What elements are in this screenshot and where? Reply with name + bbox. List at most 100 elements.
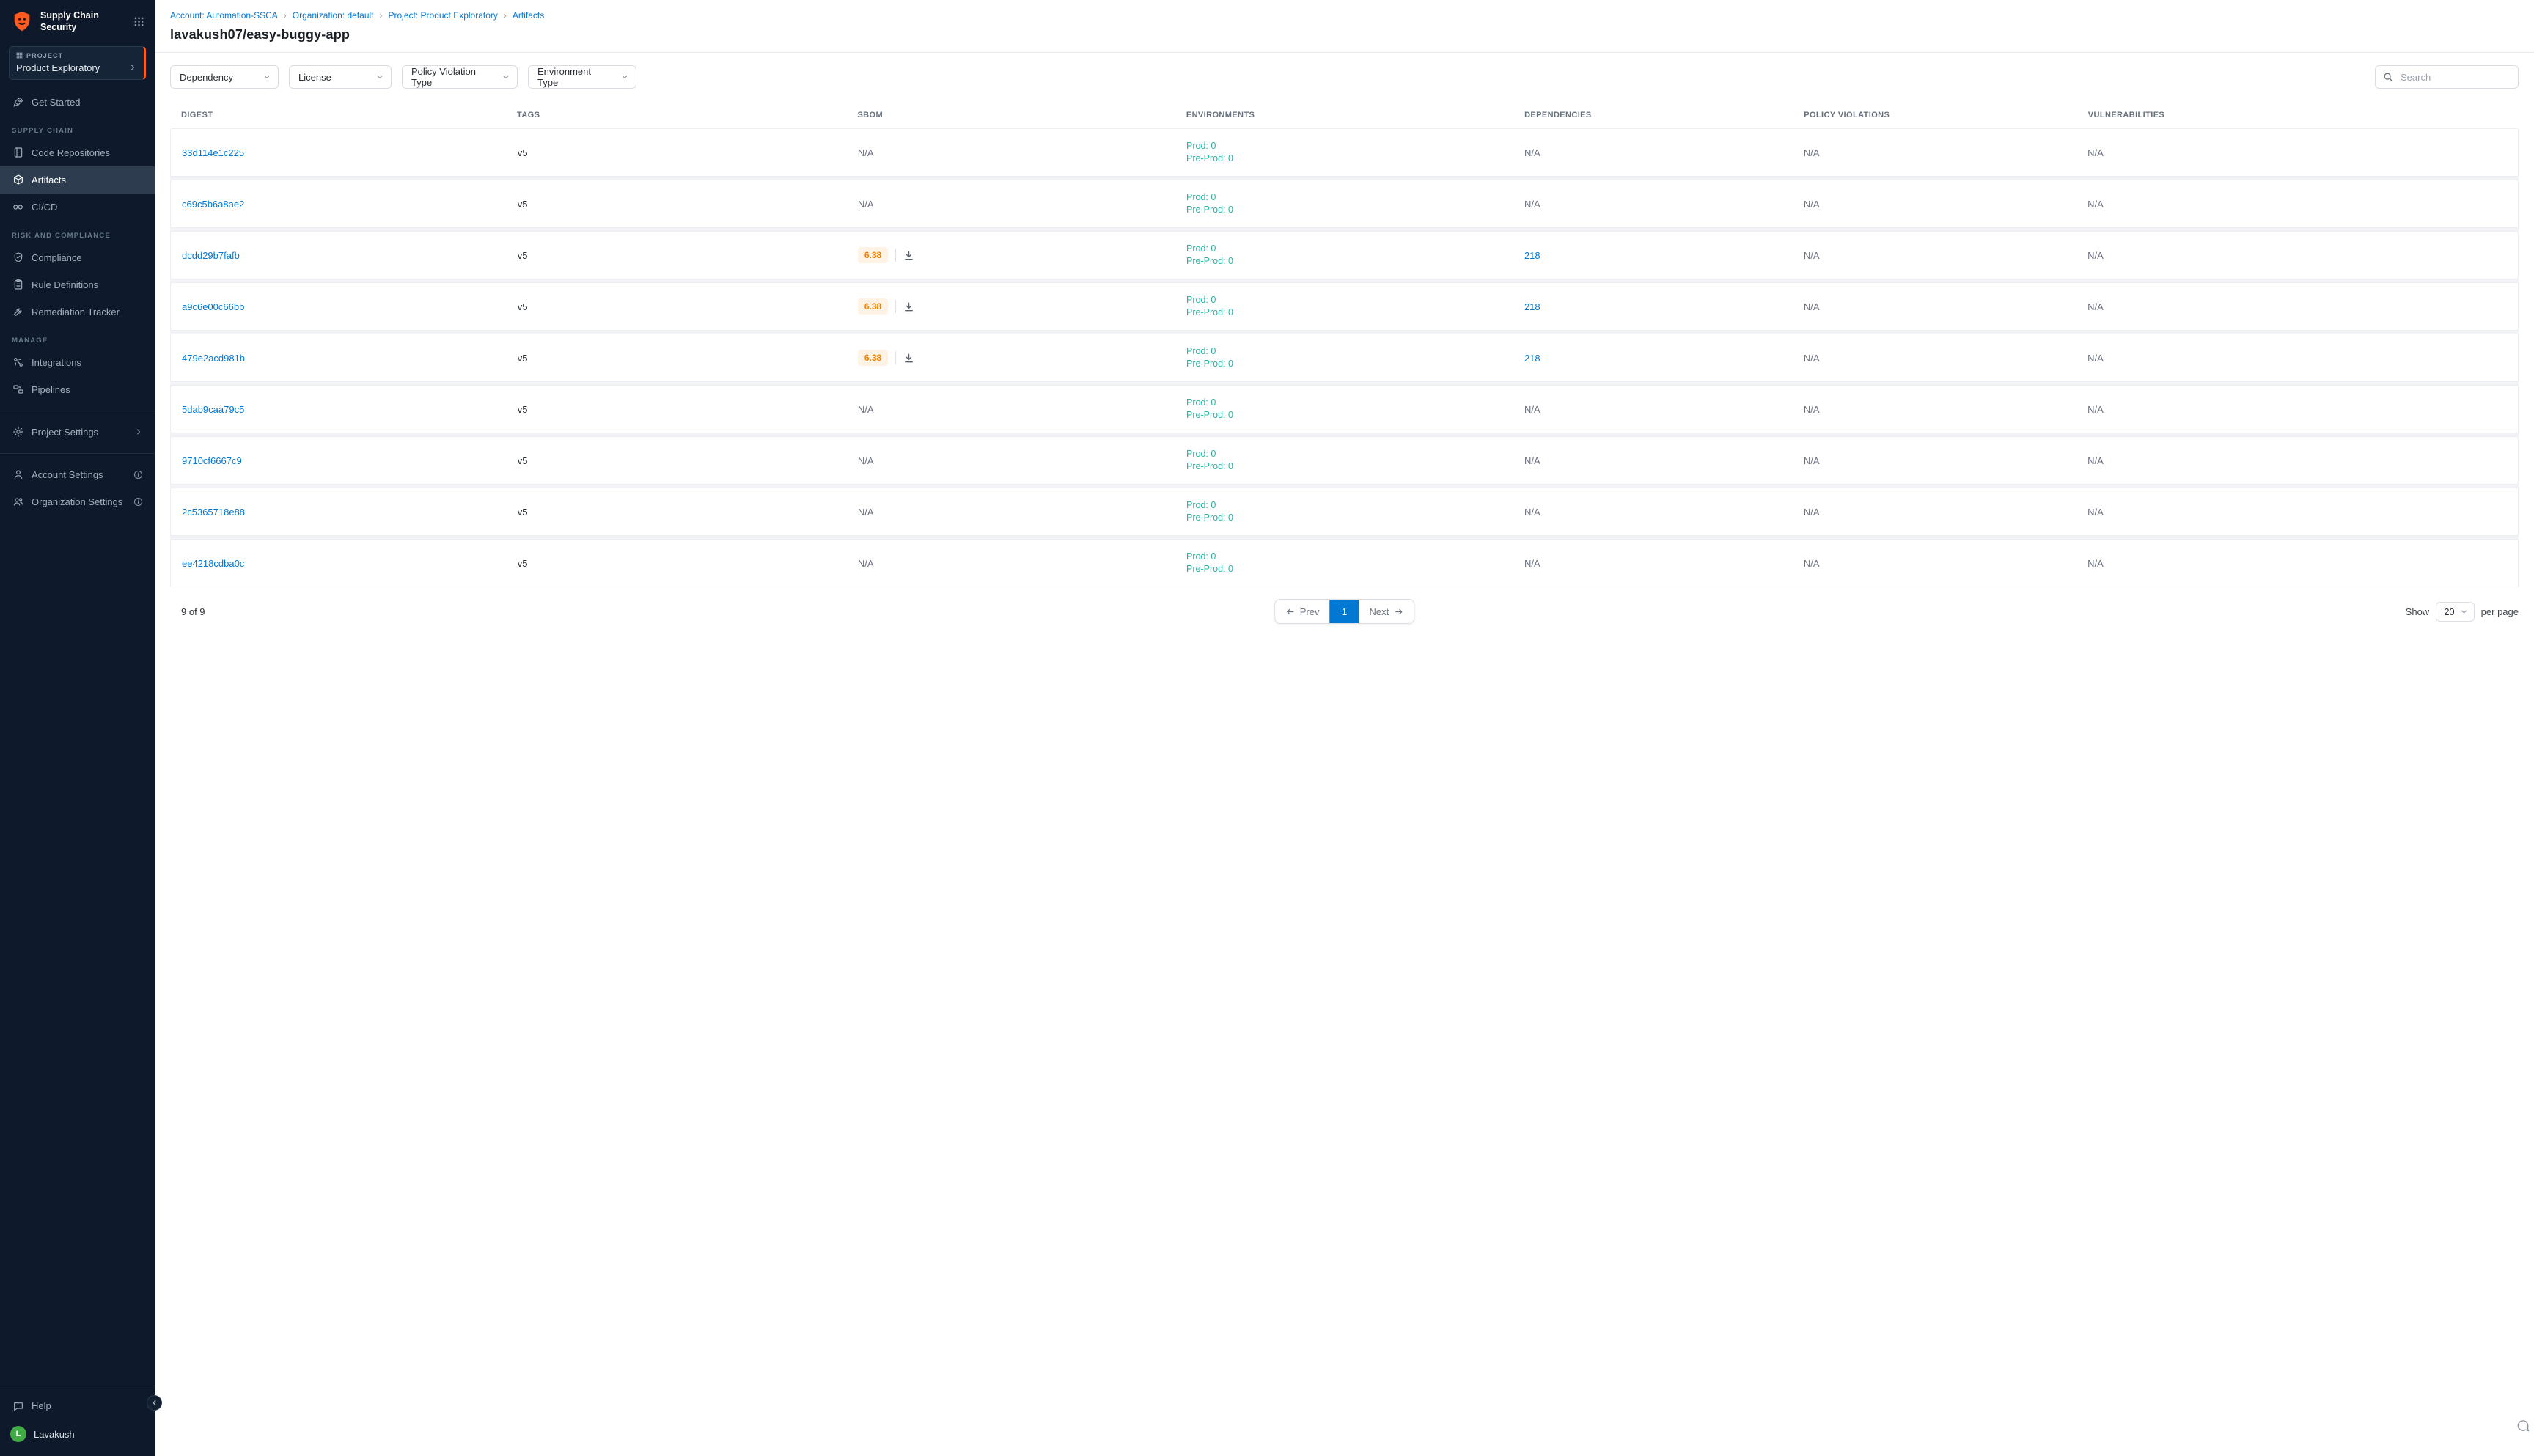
digest-link[interactable]: 33d114e1c225 xyxy=(182,147,244,158)
sidebar-collapse-handle[interactable] xyxy=(147,1395,162,1411)
table-row[interactable]: c69c5b6a8ae2 v5 N/A Prod: 0 Pre-Prod: 0 xyxy=(170,180,2519,228)
table-row[interactable]: 9710cf6667c9 v5 N/A Prod: 0 Pre-Prod: 0 xyxy=(170,436,2519,485)
prod-count-link[interactable]: Prod: 0 xyxy=(1186,448,1502,460)
next-page-button[interactable]: Next xyxy=(1359,600,1414,623)
table-row[interactable]: a9c6e00c66bb v5 6.38 Prod: 0 Pre-Prod: 0 xyxy=(170,282,2519,331)
environment-type-filter-dropdown[interactable]: Environment Type xyxy=(528,65,636,89)
preprod-count-link[interactable]: Pre-Prod: 0 xyxy=(1186,409,1502,422)
digest-cell: 9710cf6667c9 xyxy=(171,455,507,466)
sidebar-item-cicd[interactable]: CI/CD xyxy=(0,194,155,221)
sidebar-item-get-started[interactable]: Get Started xyxy=(0,89,155,116)
arrow-right-icon xyxy=(1394,607,1403,617)
prod-count-link[interactable]: Prod: 0 xyxy=(1186,345,1502,358)
sidebar-item-compliance[interactable]: Compliance xyxy=(0,244,155,271)
dependencies-count-link[interactable]: 218 xyxy=(1524,301,1540,312)
project-selector[interactable]: PROJECT Product Exploratory xyxy=(9,46,146,80)
table-row[interactable]: 2c5365718e88 v5 N/A Prod: 0 Pre-Prod: 0 xyxy=(170,488,2519,536)
policy-violations-cell: N/A xyxy=(1793,199,2076,210)
prev-page-button[interactable]: Prev xyxy=(1275,600,1330,623)
help-button[interactable]: Help xyxy=(0,1392,155,1419)
environments-cell: Prod: 0 Pre-Prod: 0 xyxy=(1175,243,1513,268)
sbom-download-icon[interactable] xyxy=(903,301,914,312)
preprod-count-link[interactable]: Pre-Prod: 0 xyxy=(1186,204,1502,216)
license-filter-dropdown[interactable]: License xyxy=(289,65,392,89)
prod-count-link[interactable]: Prod: 0 xyxy=(1186,294,1502,306)
digest-cell: 2c5365718e88 xyxy=(171,507,507,518)
chevron-down-icon xyxy=(502,73,510,81)
dependencies-cell: N/A xyxy=(1513,455,1793,466)
sidebar-item-rule-definitions[interactable]: Rule Definitions xyxy=(0,271,155,298)
sidebar-item-organization-settings[interactable]: Organization Settings xyxy=(0,488,155,515)
digest-link[interactable]: 9710cf6667c9 xyxy=(182,455,242,466)
breadcrumb-artifacts-link[interactable]: Artifacts xyxy=(513,10,544,21)
dependencies-count-link[interactable]: 218 xyxy=(1524,250,1540,261)
sbom-cell: 6.38 xyxy=(847,298,1175,315)
nodes-icon xyxy=(12,356,24,369)
preprod-count-link[interactable]: Pre-Prod: 0 xyxy=(1186,152,1502,165)
prod-count-link[interactable]: Prod: 0 xyxy=(1186,140,1502,152)
environments-cell: Prod: 0 Pre-Prod: 0 xyxy=(1175,551,1513,576)
table-row[interactable]: 33d114e1c225 v5 N/A Prod: 0 Pre-Prod: 0 xyxy=(170,128,2519,177)
page-number-1[interactable]: 1 xyxy=(1330,600,1359,623)
tags-cell: v5 xyxy=(507,199,847,210)
preprod-count-link[interactable]: Pre-Prod: 0 xyxy=(1186,460,1502,473)
sbom-download-icon[interactable] xyxy=(903,250,914,261)
sidebar-item-pipelines[interactable]: Pipelines xyxy=(0,376,155,403)
vulnerabilities-cell: N/A xyxy=(2076,353,2518,364)
sbom-cell: N/A xyxy=(847,455,1175,466)
prod-count-link[interactable]: Prod: 0 xyxy=(1186,499,1502,512)
preprod-count-link[interactable]: Pre-Prod: 0 xyxy=(1186,306,1502,319)
dependencies-count-link[interactable]: 218 xyxy=(1524,353,1540,364)
sidebar-item-project-settings[interactable]: Project Settings xyxy=(0,419,155,446)
user-menu[interactable]: L Lavakush xyxy=(0,1419,155,1449)
prod-count-link[interactable]: Prod: 0 xyxy=(1186,551,1502,563)
digest-link[interactable]: 5dab9caa79c5 xyxy=(182,404,244,415)
preprod-count-link[interactable]: Pre-Prod: 0 xyxy=(1186,563,1502,576)
chevron-down-icon xyxy=(2460,608,2468,616)
table-row[interactable]: dcdd29b7fafb v5 6.38 Prod: 0 Pre-Prod: 0 xyxy=(170,231,2519,279)
dependency-filter-dropdown[interactable]: Dependency xyxy=(170,65,279,89)
sidebar-item-account-settings[interactable]: Account Settings xyxy=(0,461,155,488)
policy-violation-type-filter-dropdown[interactable]: Policy Violation Type xyxy=(402,65,518,89)
dependencies-cell: N/A xyxy=(1513,404,1793,415)
prod-count-link[interactable]: Prod: 0 xyxy=(1186,397,1502,409)
digest-link[interactable]: c69c5b6a8ae2 xyxy=(182,199,244,210)
sidebar-item-integrations[interactable]: Integrations xyxy=(0,349,155,376)
info-icon xyxy=(133,470,143,479)
environments-cell: Prod: 0 Pre-Prod: 0 xyxy=(1175,499,1513,524)
prod-count-link[interactable]: Prod: 0 xyxy=(1186,191,1502,204)
sidebar-item-remediation-tracker[interactable]: Remediation Tracker xyxy=(0,298,155,326)
per-page-dropdown[interactable]: 20 xyxy=(2436,602,2474,622)
column-header-sbom: SBOM xyxy=(846,103,1175,128)
table-row[interactable]: 479e2acd981b v5 6.38 Prod: 0 Pre-Prod: 0 xyxy=(170,334,2519,382)
tags-cell: v5 xyxy=(507,301,847,312)
digest-link[interactable]: dcdd29b7fafb xyxy=(182,250,240,261)
digest-cell: dcdd29b7fafb xyxy=(171,250,507,261)
sidebar-item-artifacts[interactable]: Artifacts xyxy=(0,166,155,194)
chevron-down-icon xyxy=(620,73,629,81)
chevron-right-icon xyxy=(134,427,143,436)
search-input[interactable] xyxy=(2399,71,2511,84)
user-avatar: L xyxy=(10,1426,26,1442)
table-row[interactable]: 5dab9caa79c5 v5 N/A Prod: 0 Pre-Prod: 0 xyxy=(170,385,2519,433)
preprod-count-link[interactable]: Pre-Prod: 0 xyxy=(1186,358,1502,370)
breadcrumb-organization-link[interactable]: Organization: default xyxy=(293,10,374,21)
prod-count-link[interactable]: Prod: 0 xyxy=(1186,243,1502,255)
module-switcher-icon[interactable] xyxy=(133,16,144,27)
sidebar-item-code-repositories[interactable]: Code Repositories xyxy=(0,139,155,166)
sbom-download-icon[interactable] xyxy=(903,353,914,364)
breadcrumb-project-link[interactable]: Project: Product Exploratory xyxy=(389,10,498,21)
digest-link[interactable]: ee4218cdba0c xyxy=(182,558,244,569)
column-header-tags: TAGS xyxy=(506,103,846,128)
support-chat-icon[interactable] xyxy=(2516,1419,2530,1437)
digest-link[interactable]: 2c5365718e88 xyxy=(182,507,245,518)
vulnerabilities-cell: N/A xyxy=(2076,404,2518,415)
environments-cell: Prod: 0 Pre-Prod: 0 xyxy=(1175,191,1513,216)
breadcrumb-account-link[interactable]: Account: Automation-SSCA xyxy=(170,10,278,21)
digest-link[interactable]: a9c6e00c66bb xyxy=(182,301,244,312)
sidebar-header: Supply Chain Security xyxy=(0,0,155,42)
preprod-count-link[interactable]: Pre-Prod: 0 xyxy=(1186,512,1502,524)
table-row[interactable]: ee4218cdba0c v5 N/A Prod: 0 Pre-Prod: 0 xyxy=(170,539,2519,587)
preprod-count-link[interactable]: Pre-Prod: 0 xyxy=(1186,255,1502,268)
digest-link[interactable]: 479e2acd981b xyxy=(182,353,245,364)
